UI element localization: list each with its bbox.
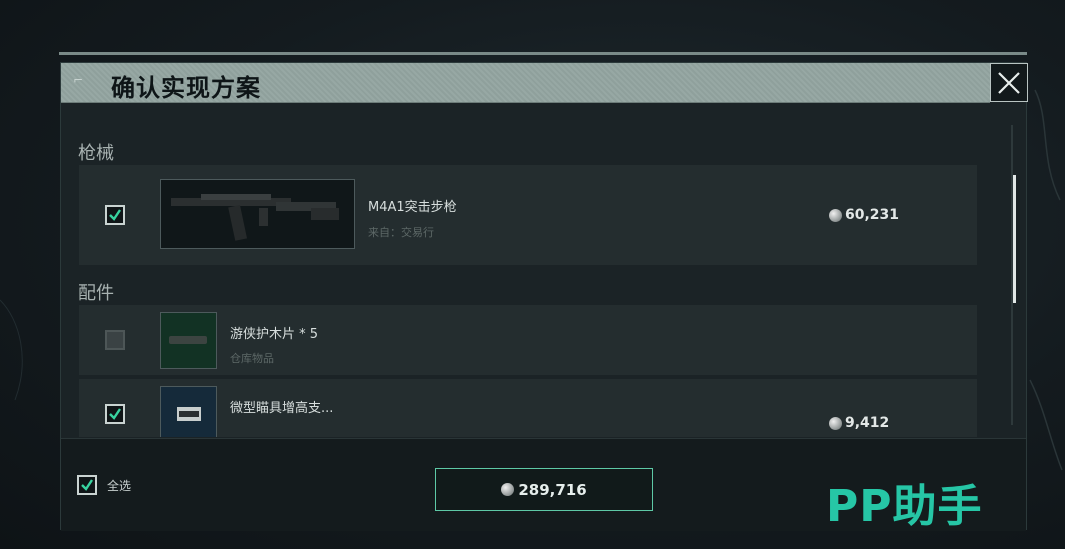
top-rule [59, 52, 1027, 55]
confirm-total-button[interactable]: 289,716 [435, 468, 653, 511]
check-icon [109, 209, 121, 221]
close-icon [998, 71, 1020, 94]
select-all-checkbox[interactable] [77, 475, 97, 495]
handguard-image [160, 312, 217, 369]
coin-icon [829, 416, 842, 430]
select-all-label: 全选 [107, 478, 132, 493]
scrollbar-thumb[interactable] [1013, 175, 1016, 303]
mount-image [160, 386, 217, 437]
item-source: 仓库物品 [230, 352, 274, 365]
item-price-value: 9,412 [845, 415, 890, 431]
coin-icon [501, 483, 515, 496]
item-name: 微型瞄具增高支... [230, 401, 334, 416]
coin-icon [829, 208, 842, 222]
rifle-image [160, 179, 355, 249]
item-source: 来自：交易行 [368, 226, 434, 239]
dialog-title: 确认实现方案 [111, 74, 261, 102]
title-bar: ⌐ 确认实现方案 [61, 63, 990, 103]
total-price: 289,716 [518, 480, 587, 499]
item-price: 60,231 [829, 207, 899, 223]
item-price: 9,412 [829, 415, 889, 431]
item-name: M4A1突击步枪 [368, 200, 457, 215]
corner-bracket-icon: ⌐ [73, 73, 84, 87]
select-all-toggle[interactable]: 全选 [77, 475, 131, 495]
item-checkbox[interactable] [105, 404, 125, 424]
watermark-logo: PP助手 [826, 481, 983, 532]
list-item[interactable]: 微型瞄具增高支... 9,412 [79, 379, 977, 437]
item-name: 游侠护木片 * 5 [230, 327, 319, 342]
list-item[interactable]: 游侠护木片 * 5 仓库物品 [79, 305, 977, 375]
item-checkbox[interactable] [105, 205, 125, 225]
section-title-guns: 枪械 [78, 143, 114, 164]
item-list[interactable]: 枪械 M4A1突击步枪 来自：交易行 60,231 配件 游侠护木片 * 5 仓… [62, 111, 1024, 437]
item-checkbox[interactable] [105, 330, 125, 350]
section-title-attachments: 配件 [78, 283, 114, 304]
confirm-dialog: ⌐ 确认实现方案 枪械 M4A1突击步枪 来自：交易行 60,231 配件 游侠… [60, 62, 1028, 531]
check-icon [109, 408, 121, 420]
item-price-value: 60,231 [845, 207, 900, 223]
close-button[interactable] [990, 63, 1028, 102]
check-icon [81, 479, 93, 491]
list-item[interactable]: M4A1突击步枪 来自：交易行 60,231 [79, 165, 977, 265]
